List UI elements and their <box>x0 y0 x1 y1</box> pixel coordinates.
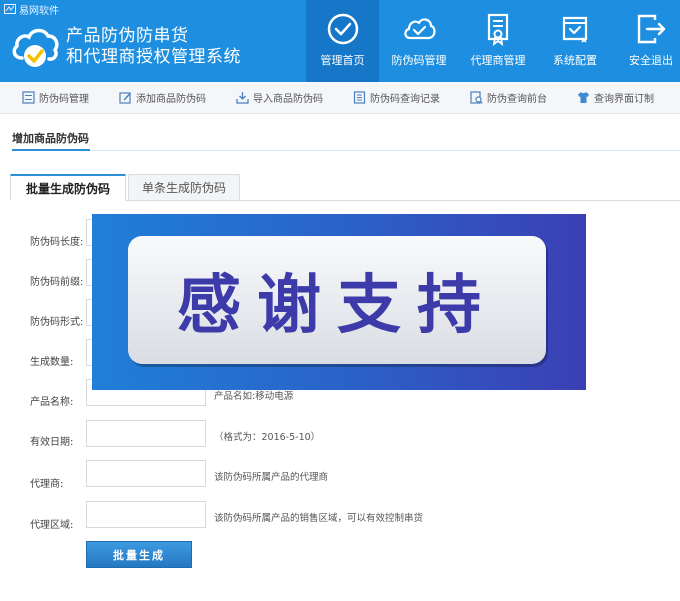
subnav-custom-ui-label: 查询界面订制 <box>594 94 654 105</box>
subnav-import-code-label: 导入商品防伪码 <box>253 94 323 105</box>
tab-batch-generate[interactable]: 批量生成防伪码 <box>10 174 126 201</box>
subnav-add-code-label: 添加商品防伪码 <box>136 94 206 105</box>
agent-region-field[interactable] <box>86 501 206 528</box>
subnav-custom-ui[interactable]: 查询界面订制 <box>577 90 654 105</box>
main-nav: 管理首页 防伪码管理 代理商管理 系统配置 安全退出 <box>306 0 680 82</box>
product-name-hint: 产品名如:移动电源 <box>214 391 294 402</box>
config-box-icon <box>562 16 588 43</box>
nav-logout-label: 安全退出 <box>629 54 673 67</box>
expiry-date-label: 有效日期: <box>30 437 74 448</box>
agent-hint: 该防伪码所属产品的代理商 <box>214 472 329 483</box>
nav-code-manage-label: 防伪码管理 <box>391 54 447 67</box>
subnav-code-manage[interactable]: 防伪码管理 <box>22 90 89 105</box>
expiry-date-field[interactable] <box>86 420 206 447</box>
app-title-line2: 和代理商授权管理系统 <box>66 47 241 67</box>
sub-toolbar: 防伪码管理 添加商品防伪码 导入商品防伪码 防伪码查询记录 防伪查询前台 查询界… <box>0 82 680 114</box>
import-icon <box>236 92 249 104</box>
page-title-divider <box>12 150 680 151</box>
edit-icon <box>119 92 131 104</box>
agent-region-label: 代理区域: <box>30 520 74 531</box>
thanks-text: 感谢支持 <box>177 269 497 343</box>
code-prefix-label: 防伪码前缀: <box>30 277 84 288</box>
list-icon <box>22 91 35 104</box>
app-title: 产品防伪防串货 和代理商授权管理系统 <box>66 26 241 68</box>
brand-name: 易网软件 <box>19 5 59 17</box>
batch-generate-button[interactable]: 批量生成 <box>86 541 192 568</box>
subnav-query-frontend-label: 防伪查询前台 <box>487 94 547 105</box>
agent-label: 代理商: <box>30 479 64 490</box>
agent-field[interactable] <box>86 460 206 487</box>
subnav-query-frontend[interactable]: 防伪查询前台 <box>470 90 547 105</box>
code-length-label: 防伪码长度: <box>30 237 84 248</box>
subnav-import-code[interactable]: 导入商品防伪码 <box>236 90 323 105</box>
nav-agent-manage-label: 代理商管理 <box>470 54 526 67</box>
subnav-query-records-label: 防伪码查询记录 <box>370 94 440 105</box>
cloud-check-icon <box>404 18 436 40</box>
thanks-card: 感谢支持 <box>128 236 546 364</box>
record-icon <box>353 91 366 104</box>
brand-small: 易网软件 <box>4 2 59 17</box>
subnav-query-records[interactable]: 防伪码查询记录 <box>353 90 440 105</box>
search-page-icon <box>470 91 483 104</box>
quantity-label: 生成数量: <box>30 357 74 368</box>
certificate-icon <box>487 13 509 46</box>
nav-agent-manage[interactable]: 代理商管理 <box>459 0 537 82</box>
subnav-code-manage-label: 防伪码管理 <box>39 94 89 105</box>
nav-system-config-label: 系统配置 <box>553 54 597 67</box>
nav-home-label: 管理首页 <box>320 54 365 67</box>
page-title: 增加商品防伪码 <box>12 132 89 145</box>
nav-code-manage[interactable]: 防伪码管理 <box>379 0 459 82</box>
code-format-label: 防伪码形式: <box>30 317 84 328</box>
subnav-add-code[interactable]: 添加商品防伪码 <box>119 90 206 105</box>
nav-system-config[interactable]: 系统配置 <box>537 0 613 82</box>
expiry-date-hint: （格式为：2016-5-10） <box>214 432 321 443</box>
nav-home[interactable]: 管理首页 <box>306 0 379 82</box>
app-title-line1: 产品防伪防串货 <box>66 26 189 46</box>
check-circle-icon <box>327 13 358 45</box>
tshirt-icon <box>578 92 589 103</box>
product-name-label: 产品名称: <box>30 397 74 408</box>
nav-logout[interactable]: 安全退出 <box>613 0 680 82</box>
tab-single-generate[interactable]: 单条生成防伪码 <box>128 174 240 201</box>
thanks-banner: 感谢支持 <box>92 214 586 390</box>
brand-logo-icon <box>4 4 16 14</box>
logout-icon <box>637 14 666 44</box>
agent-region-hint: 该防伪码所属产品的销售区域，可以有效控制串货 <box>214 513 424 524</box>
cloud-check-logo-icon <box>12 28 59 67</box>
app-header: 易网软件 产品防伪防串货 和代理商授权管理系统 管理首页 防伪码管理 代理商管理… <box>0 0 680 82</box>
page-title-accent <box>12 149 90 151</box>
